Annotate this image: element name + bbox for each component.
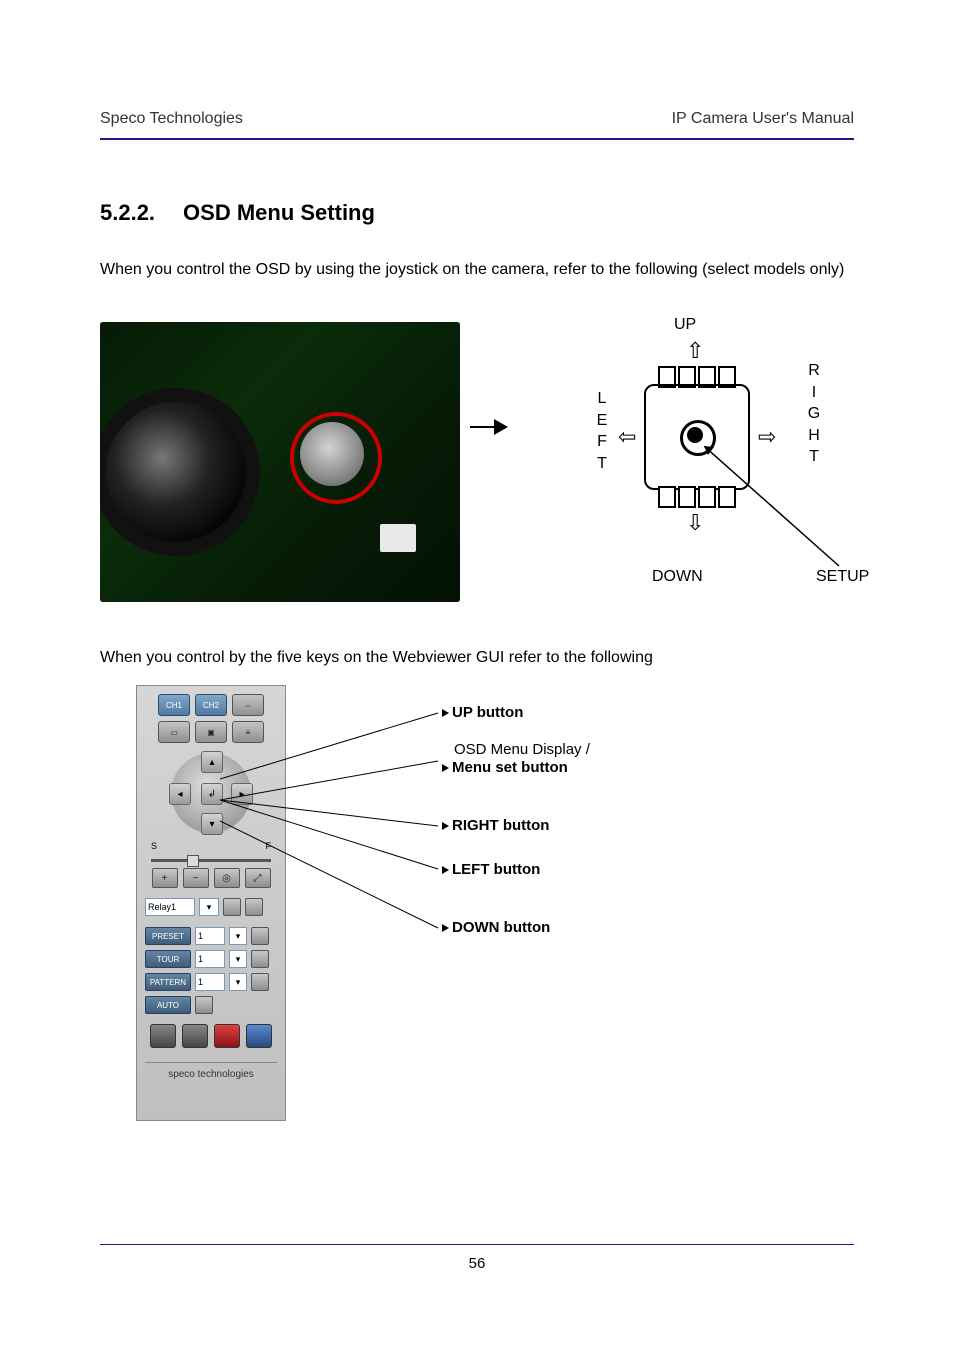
left-arrow-icon: ⇦	[618, 426, 636, 448]
label-down: DOWN	[652, 566, 703, 588]
callout-up: UP button	[442, 704, 523, 721]
ch1-button[interactable]: CH1	[158, 694, 190, 716]
joystick-diagram: UP ⇧ ⇦ ⇨ ⇩ LEFT RIGHT DOWN SETUP	[534, 322, 854, 602]
stop-icon[interactable]	[246, 1024, 272, 1048]
pointer-arrow	[470, 419, 508, 435]
label-up: UP	[674, 314, 696, 336]
right-arrow-icon: ⇨	[758, 426, 776, 448]
header-right: IP Camera User's Manual	[672, 110, 854, 128]
left-button[interactable]: ◂	[169, 783, 191, 805]
header-left: Speco Technologies	[100, 110, 243, 128]
slider-label-s: S	[151, 841, 157, 851]
window-icon[interactable]: ▭	[158, 721, 190, 743]
preset-button[interactable]: PRESET	[145, 927, 191, 945]
pattern-go[interactable]	[251, 973, 269, 991]
section-name: OSD Menu Setting	[183, 200, 375, 225]
label-setup: SETUP	[816, 566, 869, 588]
joystick-cap	[687, 427, 703, 443]
camera-lens	[106, 402, 246, 542]
auto-go[interactable]	[195, 996, 213, 1014]
relay-dropdown-icon[interactable]: ▾	[199, 898, 219, 916]
gui-callouts: UP button OSD Menu Display / Menu set bu…	[286, 685, 854, 1121]
chip-icon	[380, 524, 416, 552]
callout-left: LEFT button	[442, 861, 540, 878]
tour-button[interactable]: TOUR	[145, 950, 191, 968]
callout-right: RIGHT button	[442, 817, 549, 834]
tour-select[interactable]: 1	[195, 950, 225, 968]
setup-pointer-line	[704, 446, 854, 576]
highlight-circle	[290, 412, 382, 504]
page-footer: 56	[100, 1244, 854, 1272]
camera-photo	[100, 322, 460, 602]
down-arrow-icon: ⇩	[686, 512, 704, 534]
panel-brand: speco technologies	[145, 1062, 277, 1080]
tour-go[interactable]	[251, 950, 269, 968]
auto-button[interactable]: AUTO	[145, 996, 191, 1014]
record-icon[interactable]	[214, 1024, 240, 1048]
minus-icon[interactable]: −	[183, 868, 209, 888]
section-title: 5.2.2. OSD Menu Setting	[100, 200, 854, 226]
page-number: 56	[469, 1255, 486, 1272]
intro-paragraph: When you control the OSD by using the jo…	[100, 254, 854, 286]
up-arrow-icon: ⇧	[686, 340, 704, 362]
page-header: Speco Technologies IP Camera User's Manu…	[100, 110, 854, 140]
plus-icon[interactable]: +	[152, 868, 178, 888]
callout-menu-line1: OSD Menu Display /	[454, 741, 590, 758]
section-number: 5.2.2.	[100, 200, 155, 226]
callout-down: DOWN button	[442, 919, 550, 936]
callout-menu-line2: Menu set button	[442, 759, 568, 776]
snapshot-icon[interactable]	[150, 1024, 176, 1048]
second-paragraph: When you control by the five keys on the…	[100, 644, 854, 671]
pattern-select[interactable]: 1	[195, 973, 225, 991]
label-left: LEFT	[594, 388, 610, 474]
camera-icon[interactable]	[182, 1024, 208, 1048]
pattern-button[interactable]: PATTERN	[145, 973, 191, 991]
relay-select[interactable]: Relay1	[145, 898, 195, 916]
